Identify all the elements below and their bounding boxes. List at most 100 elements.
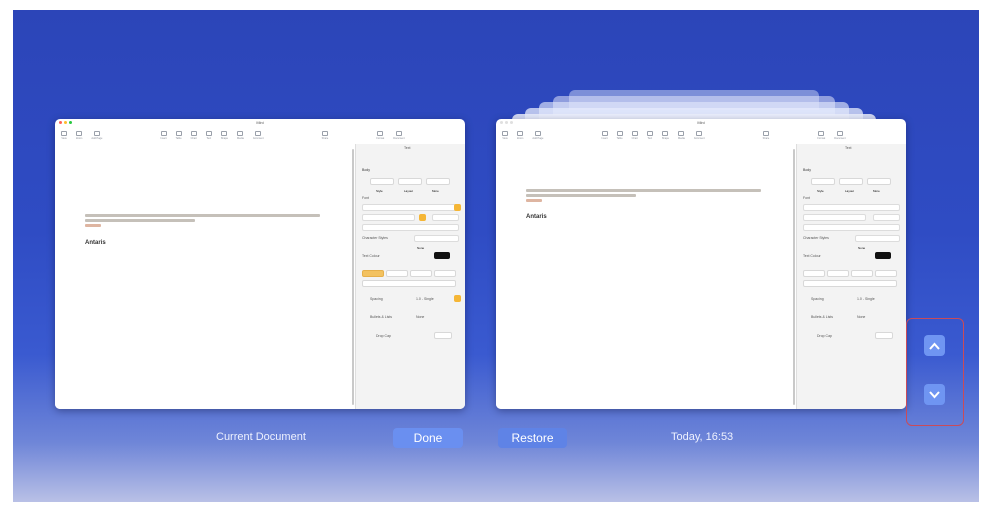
- spacing-value: 1.0 - Single: [857, 297, 875, 301]
- toolbar-view: View: [502, 130, 508, 140]
- next-version-button[interactable]: [924, 384, 945, 405]
- align-right-button: [851, 270, 873, 277]
- toolbar-comment[interactable]: Comment: [253, 130, 264, 140]
- toolbar-text[interactable]: Text: [205, 130, 212, 140]
- align-left-button[interactable]: [362, 270, 384, 277]
- toolbar-add-page: Add Page: [532, 130, 543, 140]
- comment-icon: [696, 130, 703, 136]
- toolbar-view[interactable]: View: [61, 130, 67, 140]
- done-button[interactable]: Done: [393, 428, 463, 448]
- toolbar-shape[interactable]: Shape: [221, 130, 228, 140]
- drop-cap-label: Drop Cap: [376, 334, 391, 338]
- toolbar-insert[interactable]: Insert: [160, 130, 167, 140]
- toolbar-zoom[interactable]: Zoom: [76, 130, 82, 140]
- segment-style[interactable]: Style: [370, 178, 394, 193]
- previous-version-window[interactable]: Mini View Zoom Add Page Insert Table Cha…: [496, 119, 906, 409]
- bullets-value[interactable]: None: [416, 315, 424, 319]
- body-text: [85, 219, 195, 222]
- minimize-icon[interactable]: [64, 121, 67, 124]
- toolbar-table[interactable]: Table: [175, 130, 182, 140]
- segment-layout[interactable]: Layout: [398, 178, 422, 193]
- toolbar-zoom: Zoom: [517, 130, 524, 140]
- justify-button[interactable]: [434, 270, 456, 277]
- font-select[interactable]: Helvetica Neue: [362, 204, 459, 219]
- spacing-value[interactable]: 1.0 - Single: [416, 297, 434, 301]
- character-styles-label: Character Styles: [362, 236, 388, 240]
- body-heading: Antaris: [526, 214, 547, 220]
- current-document-caption: Current Document: [216, 431, 306, 443]
- close-icon[interactable]: [59, 121, 62, 124]
- toolbar-comment: Comment: [694, 130, 705, 140]
- sidebar-icon: [61, 130, 67, 136]
- indent-controls[interactable]: [362, 280, 456, 287]
- text-icon: [646, 130, 653, 136]
- segment-more[interactable]: More: [426, 178, 450, 193]
- font-label: Font: [803, 196, 811, 200]
- zoom-icon: [510, 121, 513, 124]
- text-colour-label: Text Colour: [362, 254, 380, 258]
- text-icon: [205, 130, 212, 136]
- toolbar-media[interactable]: Media: [237, 130, 244, 140]
- character-styles-select[interactable]: None: [414, 235, 459, 250]
- restore-button[interactable]: Restore: [498, 428, 567, 448]
- previous-version-button[interactable]: [924, 335, 945, 356]
- align-center-button: [827, 270, 849, 277]
- spacing-label: Spacing: [370, 297, 383, 301]
- drop-cap-select[interactable]: [434, 332, 452, 339]
- toolbar-document[interactable]: Document: [393, 130, 405, 140]
- text-colour-label: Text Colour: [803, 254, 821, 258]
- zoom-icon: [517, 130, 524, 136]
- align-right-button[interactable]: [410, 270, 432, 277]
- comment-icon: [255, 130, 262, 136]
- bold-italic-underline: [803, 224, 900, 231]
- inspector-tab[interactable]: Text: [404, 146, 410, 150]
- spacing-toggle[interactable]: [454, 295, 461, 302]
- weight-toggle[interactable]: [419, 214, 426, 221]
- format-inspector: Text Body Style Layout More Font Helveti…: [796, 144, 906, 409]
- toolbar-table: Table: [616, 130, 623, 140]
- bold-italic-underline[interactable]: [362, 224, 459, 231]
- document-canvas[interactable]: Antaris: [55, 144, 352, 409]
- align-center-button[interactable]: [386, 270, 408, 277]
- zoom-icon[interactable]: [69, 121, 72, 124]
- scrollbar[interactable]: [352, 149, 354, 405]
- chart-icon: [631, 130, 638, 136]
- indent-controls: [803, 280, 897, 287]
- font-weight-select[interactable]: Regular: [362, 214, 415, 229]
- toolbar-share[interactable]: Share: [322, 130, 328, 140]
- insert-icon: [601, 130, 608, 136]
- font-weight-select: Regular: [803, 214, 866, 229]
- drop-cap-select: [875, 332, 893, 339]
- font-size-field[interactable]: 11 pt: [432, 214, 459, 229]
- character-styles-select: None: [855, 235, 900, 250]
- current-document-window[interactable]: Mini View Zoom Add Page Insert Table Cha…: [55, 119, 465, 409]
- format-icon: [377, 130, 384, 136]
- toolbar-share: Share: [763, 130, 769, 140]
- table-icon: [616, 130, 623, 136]
- toolbar-shape: Shape: [662, 130, 669, 140]
- body-heading: Antaris: [85, 240, 106, 246]
- character-styles-label: Character Styles: [803, 236, 829, 240]
- inspector-tab: Text: [845, 146, 852, 150]
- format-icon: [818, 130, 825, 136]
- document-canvas[interactable]: Antaris: [496, 144, 793, 409]
- font-toggle[interactable]: [454, 204, 461, 211]
- bullets-value: None: [857, 315, 866, 319]
- plus-icon: [93, 130, 100, 136]
- toolbar-format[interactable]: Format: [376, 130, 384, 140]
- toolbar-add-page[interactable]: Add Page: [91, 130, 102, 140]
- table-icon: [175, 130, 182, 136]
- paragraph-style-select[interactable]: Body: [362, 158, 459, 172]
- body-text: [85, 214, 320, 217]
- segment-layout: Layout: [839, 178, 863, 193]
- segment-style: Style: [811, 178, 835, 193]
- font-select: Helvetica Neue: [803, 204, 900, 219]
- time-machine-screen: Mini View Zoom Add Page Insert Table Cha…: [13, 10, 979, 502]
- toolbar-document: Document: [834, 130, 846, 140]
- toolbar-chart[interactable]: Chart: [191, 130, 197, 140]
- text-colour-swatch[interactable]: [434, 252, 450, 259]
- toolbar-media: Media: [678, 130, 685, 140]
- scrollbar[interactable]: [793, 149, 795, 405]
- chevron-down-icon: [929, 390, 940, 398]
- document-icon: [395, 130, 402, 136]
